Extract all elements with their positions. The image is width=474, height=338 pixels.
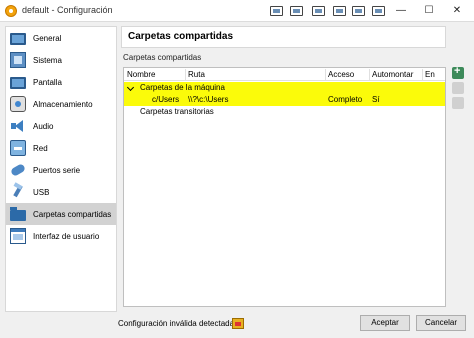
sidebar-item-audio[interactable]: Audio — [6, 115, 116, 137]
sidebar-item-label: USB — [33, 187, 50, 197]
serial-port-icon — [10, 162, 26, 178]
table-header: Nombre Ruta Acceso Automontar En — [124, 68, 445, 81]
window-title: default - Configuración — [22, 5, 113, 15]
cell-path: \\?\c:\Users — [188, 95, 229, 104]
cancel-button[interactable]: Cancelar — [416, 315, 466, 331]
column-header-automontar[interactable]: Automontar — [372, 70, 413, 80]
share-toolbar — [452, 65, 466, 112]
screen-icon[interactable] — [312, 6, 325, 16]
usb-icon — [10, 184, 26, 200]
sidebar-item-label: Puertos serie — [33, 165, 81, 175]
group-row-transient-folders[interactable]: Carpetas transitorias — [124, 106, 445, 118]
sidebar-item-label: Carpetas compartidas — [33, 209, 112, 219]
sidebar-item-label: Pantalla — [33, 77, 62, 87]
user-interface-icon — [10, 228, 26, 244]
sidebar-item-almacenamiento[interactable]: Almacenamiento — [6, 93, 116, 115]
sidebar-item-pantalla[interactable]: Pantalla — [6, 71, 116, 93]
sidebar-item-usb[interactable]: USB — [6, 181, 116, 203]
sidebar-item-puertos-serie[interactable]: Puertos serie — [6, 159, 116, 181]
sidebar-item-red[interactable]: Red — [6, 137, 116, 159]
invalid-config-warning: Configuración inválida detectada — [118, 319, 235, 328]
sidebar-item-carpetas-compartidas[interactable]: Carpetas compartidas — [6, 203, 116, 225]
sidebar-item-interfaz-de-usuario[interactable]: Interfaz de usuario — [6, 225, 116, 247]
record-icon[interactable] — [290, 6, 303, 16]
main-panel: Carpetas compartidas Carpetas compartida… — [121, 26, 469, 312]
monitor-icon — [10, 33, 26, 45]
sidebar-item-label: General — [33, 33, 62, 43]
storage-icon — [10, 96, 26, 112]
sidebar-item-sistema[interactable]: Sistema — [6, 49, 116, 71]
group-label: Carpetas transitorias — [140, 107, 214, 116]
sidebar-item-label: Almacenamiento — [33, 99, 93, 109]
column-header-en[interactable]: En — [425, 70, 435, 80]
page-title: Carpetas compartidas — [121, 26, 446, 48]
column-divider — [422, 69, 423, 80]
audio-icon — [10, 118, 26, 134]
column-header-nombre[interactable]: Nombre — [127, 70, 155, 80]
maximize-button[interactable]: ☐ — [422, 4, 436, 18]
close-button[interactable]: ✕ — [450, 4, 464, 18]
sidebar-item-label: Red — [33, 143, 48, 153]
shared-folders-table[interactable]: Nombre Ruta Acceso Automontar En Carpeta… — [123, 67, 446, 307]
group-label: Carpetas de la máquina — [140, 83, 225, 92]
cell-automount: Sí — [372, 95, 380, 104]
network-icon — [10, 140, 26, 156]
chevron-down-icon[interactable] — [126, 83, 135, 92]
sidebar-item-label: Interfaz de usuario — [33, 231, 100, 241]
display-icon[interactable] — [270, 6, 283, 16]
network-icon[interactable] — [333, 6, 346, 16]
column-divider — [325, 69, 326, 80]
section-title: Carpetas compartidas — [123, 53, 202, 62]
virtualbox-icon — [5, 5, 17, 17]
shared-folder-icon — [10, 207, 26, 221]
settings-sidebar: General Sistema Pantalla Almacenamiento … — [5, 26, 117, 312]
cell-access: Completo — [328, 95, 363, 104]
sidebar-item-general[interactable]: General — [6, 27, 116, 49]
column-divider — [369, 69, 370, 80]
clipboard-icon[interactable] — [372, 6, 385, 16]
minimize-button[interactable]: — — [394, 4, 408, 18]
accept-button[interactable]: Aceptar — [360, 315, 410, 331]
system-icon — [10, 52, 26, 68]
column-header-ruta[interactable]: Ruta — [188, 70, 205, 80]
edit-share-icon[interactable] — [452, 82, 464, 94]
warning-icon[interactable] — [232, 318, 244, 329]
cell-name: c/Users — [152, 95, 180, 104]
add-share-icon[interactable] — [452, 65, 464, 79]
share-icon[interactable] — [352, 6, 365, 16]
column-divider — [185, 69, 186, 80]
display-icon — [10, 77, 26, 89]
title-bar: default - Configuración — ☐ ✕ — [0, 0, 474, 22]
group-row-machine-folders[interactable]: Carpetas de la máquina — [124, 82, 445, 94]
sidebar-item-label: Audio — [33, 121, 54, 131]
column-header-acceso[interactable]: Acceso — [328, 70, 354, 80]
sidebar-item-label: Sistema — [33, 55, 62, 65]
table-row[interactable]: c/Users \\?\c:\Users Completo Sí — [124, 94, 445, 106]
remove-share-icon[interactable] — [452, 97, 464, 109]
